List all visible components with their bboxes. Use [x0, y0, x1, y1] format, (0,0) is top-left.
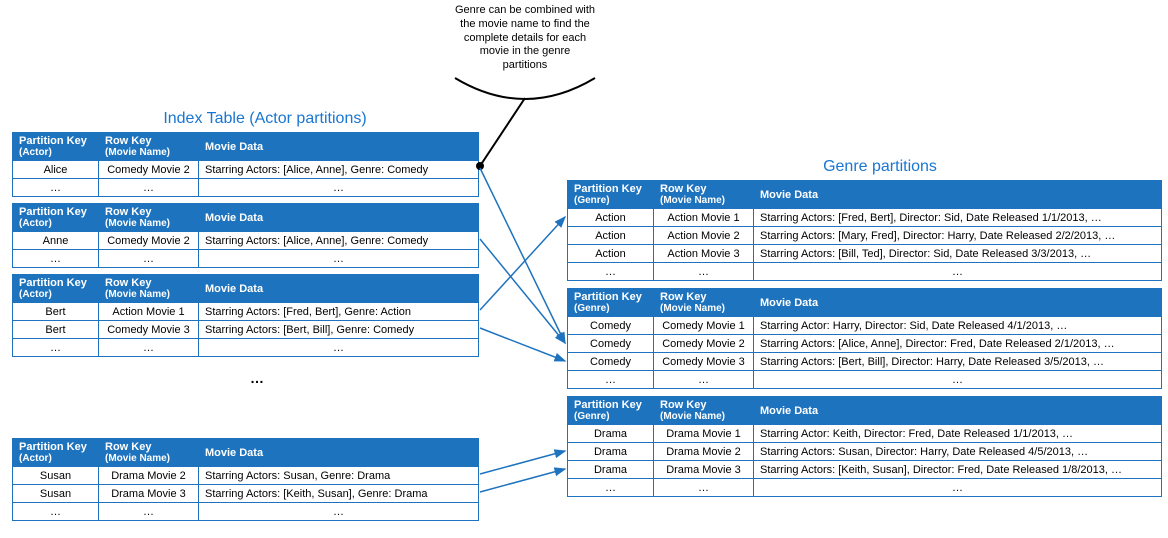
col-header-rk: Row Key(Movie Name)	[99, 133, 199, 161]
table-row: Bert Comedy Movie 3 Starring Actors: [Be…	[13, 321, 479, 339]
genre-table-comedy: Partition Key(Genre) Row Key(Movie Name)…	[567, 288, 1162, 389]
col-header-data: Movie Data	[199, 439, 479, 467]
col-header-pk: Partition Key(Actor)	[13, 275, 99, 303]
table-row: Alice Comedy Movie 2 Starring Actors: [A…	[13, 161, 479, 179]
col-header-rk: Row Key(Movie Name)	[654, 181, 754, 209]
table-row: DramaDrama Movie 3Starring Actors: [Keit…	[568, 461, 1162, 479]
genre-table-action: Partition Key(Genre) Row Key(Movie Name)…	[567, 180, 1162, 281]
table-row: ComedyComedy Movie 3Starring Actors: [Be…	[568, 353, 1162, 371]
col-header-pk: Partition Key(Actor)	[13, 439, 99, 467]
col-header-rk: Row Key(Movie Name)	[99, 275, 199, 303]
table-row: ActionAction Movie 1Starring Actors: [Fr…	[568, 209, 1162, 227]
table-row-ellipsis: ………	[13, 339, 479, 357]
caption-line: the movie name to find the	[460, 18, 590, 30]
col-header-pk: Partition Key(Actor)	[13, 204, 99, 232]
table-row-ellipsis: ………	[568, 263, 1162, 281]
table-row-ellipsis: ………	[13, 503, 479, 521]
index-table-bert: Partition Key(Actor) Row Key(Movie Name)…	[12, 274, 479, 357]
col-header-data: Movie Data	[199, 275, 479, 303]
col-header-data: Movie Data	[199, 204, 479, 232]
table-row-ellipsis: ………	[13, 179, 479, 197]
col-header-pk: Partition Key(Genre)	[568, 181, 654, 209]
right-title: Genre partitions	[780, 158, 980, 176]
col-header-rk: Row Key(Movie Name)	[99, 439, 199, 467]
caption-line: Genre can be combined with	[455, 4, 595, 16]
table-row-ellipsis: ………	[568, 479, 1162, 497]
col-header-rk: Row Key(Movie Name)	[99, 204, 199, 232]
col-header-data: Movie Data	[754, 181, 1162, 209]
col-header-data: Movie Data	[754, 289, 1162, 317]
col-header-pk: Partition Key(Actor)	[13, 133, 99, 161]
col-header-rk: Row Key(Movie Name)	[654, 289, 754, 317]
col-header-data: Movie Data	[199, 133, 479, 161]
caption-block: Genre can be combined with the movie nam…	[420, 4, 630, 73]
table-row: ComedyComedy Movie 1Starring Actor: Harr…	[568, 317, 1162, 335]
table-row: ActionAction Movie 3Starring Actors: [Bi…	[568, 245, 1162, 263]
col-header-rk: Row Key(Movie Name)	[654, 397, 754, 425]
table-row: Susan Drama Movie 2 Starring Actors: Sus…	[13, 467, 479, 485]
left-title: Index Table (Actor partitions)	[100, 110, 430, 128]
index-table-anne: Partition Key(Actor) Row Key(Movie Name)…	[12, 203, 479, 268]
col-header-pk: Partition Key(Genre)	[568, 289, 654, 317]
index-table-susan: Partition Key(Actor) Row Key(Movie Name)…	[12, 438, 479, 521]
genre-table-drama: Partition Key(Genre) Row Key(Movie Name)…	[567, 396, 1162, 497]
table-row-ellipsis: ………	[568, 371, 1162, 389]
table-row: ComedyComedy Movie 2Starring Actors: [Al…	[568, 335, 1162, 353]
table-row: DramaDrama Movie 2Starring Actors: Susan…	[568, 443, 1162, 461]
caption-line: complete details for each	[464, 32, 586, 44]
caption-line: partitions	[503, 59, 548, 71]
gap-ellipsis: …	[250, 370, 264, 386]
caption-line: movie in the genre	[480, 45, 571, 57]
col-header-pk: Partition Key(Genre)	[568, 397, 654, 425]
table-row: ActionAction Movie 2Starring Actors: [Ma…	[568, 227, 1162, 245]
table-row: Anne Comedy Movie 2 Starring Actors: [Al…	[13, 232, 479, 250]
col-header-data: Movie Data	[754, 397, 1162, 425]
table-row-ellipsis: ………	[13, 250, 479, 268]
table-row: DramaDrama Movie 1Starring Actor: Keith,…	[568, 425, 1162, 443]
table-row: Susan Drama Movie 3 Starring Actors: [Ke…	[13, 485, 479, 503]
table-row: Bert Action Movie 1 Starring Actors: [Fr…	[13, 303, 479, 321]
index-table-alice: Partition Key(Actor) Row Key(Movie Name)…	[12, 132, 479, 197]
